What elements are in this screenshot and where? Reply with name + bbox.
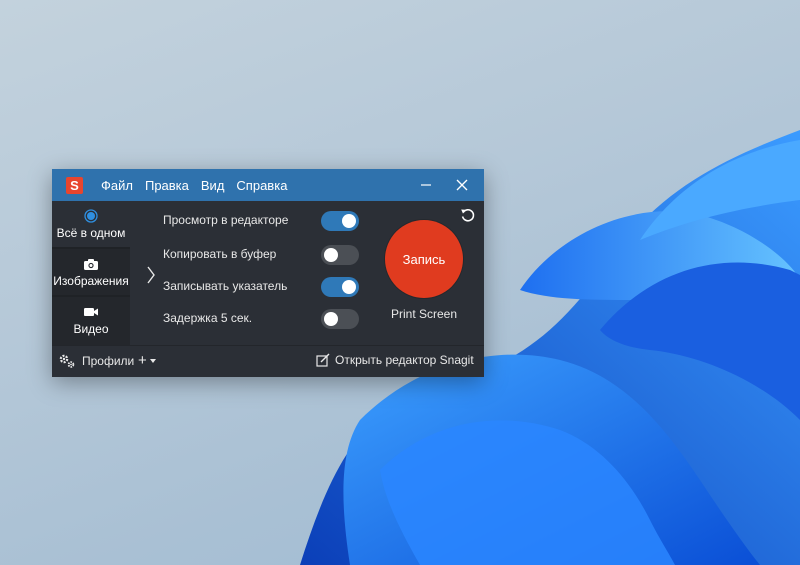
minimize-icon	[421, 184, 431, 186]
edit-icon	[316, 353, 330, 367]
camera-icon	[83, 256, 99, 272]
menu-view[interactable]: Вид	[201, 178, 225, 193]
video-camera-icon	[83, 304, 99, 320]
menu-file[interactable]: Файл	[101, 178, 133, 193]
gears-icon	[59, 354, 75, 368]
mode-video[interactable]: Видео	[52, 297, 130, 343]
open-editor-button[interactable]: Открыть редактор Snagit	[316, 353, 474, 367]
option-copy-to-clipboard-label: Копировать в буфер	[163, 247, 277, 261]
option-delay-toggle[interactable]	[321, 309, 359, 329]
all-in-one-radio-icon	[84, 208, 98, 224]
toggle-knob	[324, 312, 338, 326]
toggle-knob	[324, 248, 338, 262]
reset-icon	[461, 208, 475, 222]
toggle-knob	[342, 280, 356, 294]
footer-bar: Профили + Открыть редактор Snagit	[52, 345, 484, 377]
mode-images[interactable]: Изображения	[52, 249, 130, 295]
expand-arrow-button[interactable]	[146, 265, 156, 290]
chevron-down-icon	[149, 358, 156, 363]
mode-video-label: Видео	[73, 322, 109, 336]
option-preview-in-editor-label: Просмотр в редакторе	[163, 213, 289, 227]
snagit-logo-icon: S	[66, 176, 83, 194]
logo-letter: S	[70, 177, 79, 193]
option-preview-in-editor-toggle[interactable]	[321, 211, 359, 231]
record-button[interactable]: Запись	[385, 220, 463, 298]
menu-help[interactable]: Справка	[236, 178, 287, 193]
menu-edit[interactable]: Правка	[145, 178, 189, 193]
mode-all-in-one-label: Всё в одном	[56, 226, 126, 240]
record-button-label: Запись	[402, 251, 446, 267]
profiles-button[interactable]: Профили	[58, 353, 134, 369]
minimize-button[interactable]	[410, 169, 442, 201]
add-profile-button[interactable]: +	[138, 352, 157, 369]
option-copy-to-clipboard-toggle[interactable]	[321, 245, 359, 265]
close-button[interactable]	[446, 169, 478, 201]
chevron-right-icon	[147, 266, 155, 284]
option-capture-cursor-label: Записывать указатель	[163, 279, 288, 293]
close-icon	[456, 179, 468, 191]
capture-mode-sidebar: Всё в одном Изображения Видео	[52, 201, 130, 345]
reset-button[interactable]	[460, 207, 476, 228]
record-hotkey: Print Screen	[390, 307, 458, 321]
mode-all-in-one[interactable]: Всё в одном	[52, 201, 130, 247]
profiles-label: Профили	[82, 354, 135, 368]
mode-images-label: Изображения	[53, 274, 129, 288]
title-bar: S Файл Правка Вид Справка	[52, 169, 484, 201]
add-profile-label: +	[138, 352, 147, 369]
toggle-knob	[342, 214, 356, 228]
open-editor-label: Открыть редактор Snagit	[335, 353, 474, 367]
option-capture-cursor-toggle[interactable]	[321, 277, 359, 297]
snagit-capture-window: S Файл Правка Вид Справка Всё в одном Из…	[52, 169, 484, 377]
option-delay-label: Задержка 5 сек.	[163, 311, 253, 325]
